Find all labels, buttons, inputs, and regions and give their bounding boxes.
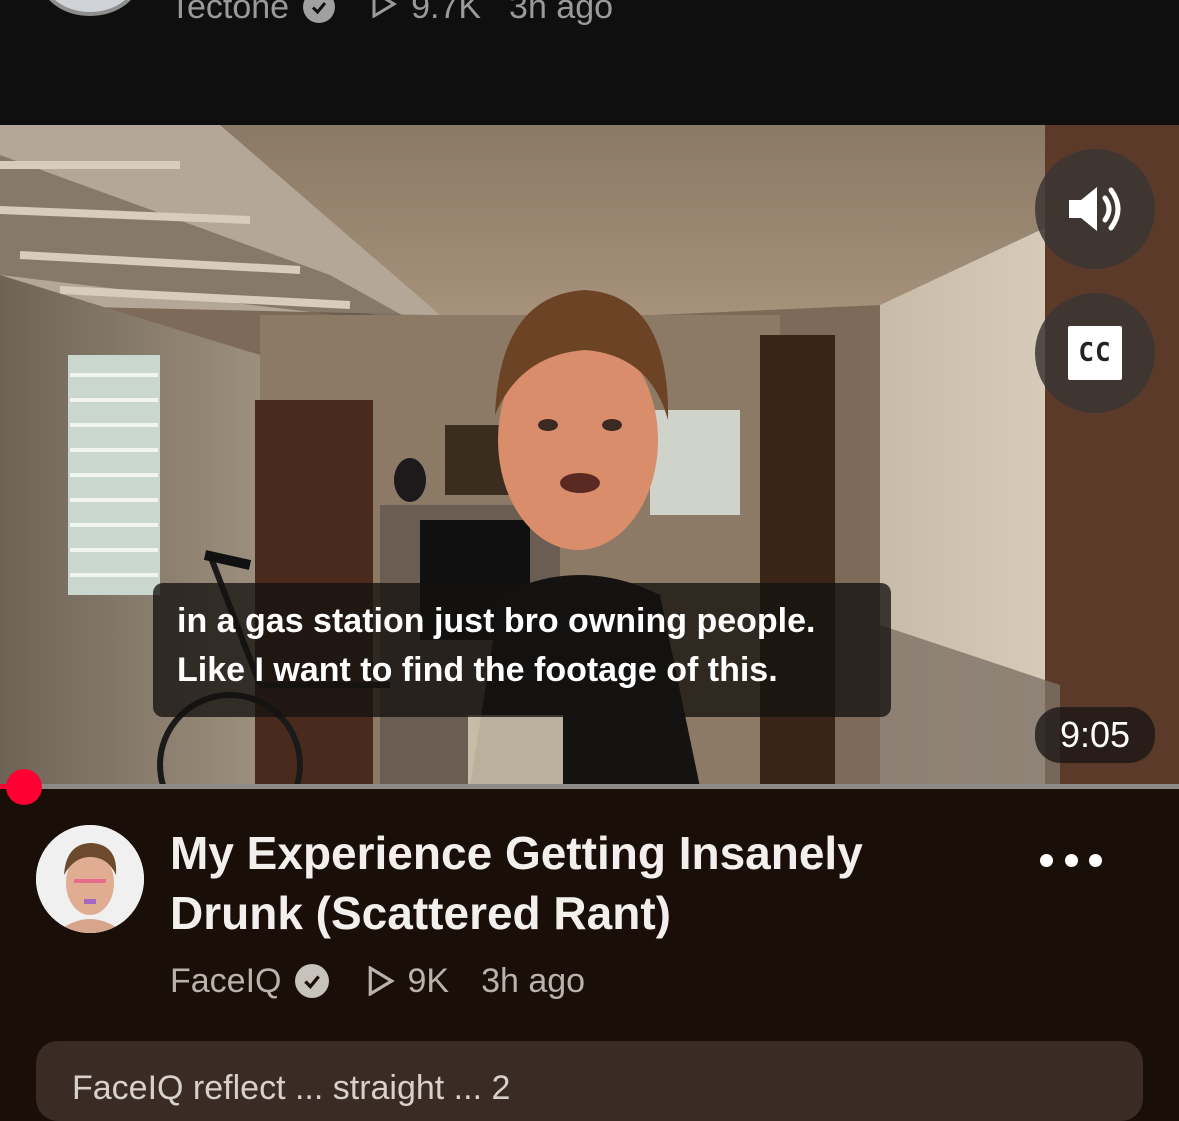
closed-captions-icon: CC	[1068, 326, 1122, 380]
video-title-line: Drunk (Scattered Rant)	[170, 887, 671, 939]
more-options-icon	[1064, 853, 1078, 867]
avatar-image	[36, 825, 144, 933]
play-triangle-icon	[369, 966, 396, 996]
previous-channel-name: Tectone	[170, 0, 290, 26]
progress-scrubber[interactable]	[6, 769, 42, 805]
comments-preview-card[interactable]: FaceIQ reflect ... straight ... 2	[36, 1041, 1143, 1121]
volume-button[interactable]	[1035, 149, 1155, 269]
video-player[interactable]: CC in a gas station just bro owning peop…	[0, 125, 1179, 787]
more-options-icon	[1089, 853, 1102, 867]
volume-icon	[1069, 187, 1121, 231]
view-count-text: 9K	[407, 961, 450, 1000]
subtitle-line: Like I want to find the footage of this.	[177, 651, 778, 689]
comment-preview-text: FaceIQ reflect ... straight ... 2	[72, 1069, 511, 1107]
video-meta: FaceIQ 9K 3h ago	[170, 958, 585, 1004]
view-count: 9K	[367, 962, 449, 1001]
more-options-button[interactable]	[1040, 838, 1102, 882]
previous-feed-item[interactable]: Tectone 9.7K 3h ago	[0, 0, 1179, 125]
upload-age: 3h ago	[481, 961, 586, 1000]
previous-item-meta: Tectone 9.7K 3h ago	[170, 0, 613, 32]
video-title-line: My Experience Getting Insanely	[170, 827, 863, 879]
verified-check-icon	[295, 964, 330, 998]
previous-item-views: 9.7K	[411, 0, 482, 26]
closed-captions-button[interactable]: CC	[1035, 293, 1155, 413]
video-duration-badge: 9:05	[1035, 707, 1155, 763]
channel-avatar[interactable]	[36, 825, 144, 933]
subtitle-overlay: in a gas station just bro owning people.…	[153, 583, 891, 717]
previous-item-age: 3h ago	[509, 0, 614, 26]
subtitle-line: in a gas station just bro owning people.	[177, 602, 816, 640]
video-title[interactable]: My Experience Getting Insanely Drunk (Sc…	[170, 823, 1020, 943]
progress-bar[interactable]	[0, 784, 1179, 789]
channel-name[interactable]: FaceIQ	[170, 962, 281, 1001]
verified-check-icon	[303, 0, 336, 23]
more-options-icon	[1040, 853, 1053, 867]
play-triangle-icon	[371, 0, 398, 27]
previous-channel-avatar[interactable]	[40, 0, 140, 16]
